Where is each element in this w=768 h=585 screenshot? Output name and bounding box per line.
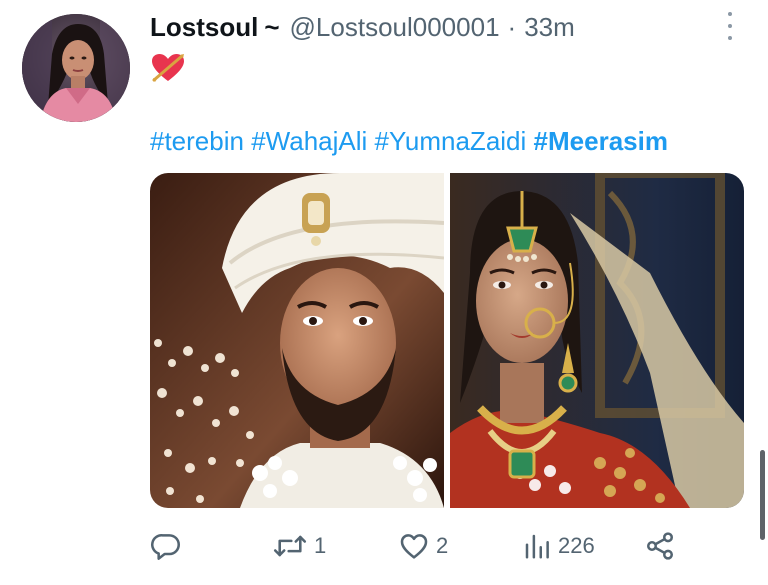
hashtag-terebin[interactable]: #terebin	[150, 126, 244, 156]
separator-dot: ·	[507, 11, 517, 42]
like-count: 2	[436, 533, 449, 558]
more-dot	[728, 36, 732, 40]
avatar[interactable]	[22, 14, 130, 122]
hashtag-meerasim[interactable]: #Meerasim	[534, 126, 668, 156]
retweet-icon	[272, 530, 308, 562]
more-dot	[728, 24, 732, 28]
views-button[interactable]: 226	[522, 528, 595, 564]
hashtag-line: #terebin #WahajAli #YumnaZaidi #Meerasim	[150, 126, 668, 157]
name-suffix: ~	[264, 11, 280, 42]
scrollbar-thumb[interactable]	[760, 450, 765, 540]
tweet-timestamp[interactable]: 33m	[524, 12, 575, 43]
views-count: 226	[558, 533, 595, 558]
share-button[interactable]	[644, 528, 676, 564]
views-icon	[522, 530, 552, 562]
retweet-count: 1	[314, 533, 327, 558]
heart-icon	[398, 530, 430, 562]
display-name[interactable]: Lostsoul	[150, 12, 258, 43]
retweet-button[interactable]: 1	[272, 528, 326, 564]
heart-with-arrow-icon	[150, 52, 186, 84]
hashtag-yumnazaidi[interactable]: #YumnaZaidi	[375, 126, 527, 156]
hashtag-wahajali[interactable]: #WahajAli	[251, 126, 367, 156]
tweet-header: Lostsoul ~ @Lostsoul000001 · 33m	[150, 10, 575, 44]
media-grid	[150, 173, 744, 508]
more-options-button[interactable]	[722, 12, 738, 40]
user-handle[interactable]: @Lostsoul000001	[290, 12, 500, 43]
tweet-actions: 1 2 226	[150, 528, 750, 564]
share-icon	[644, 530, 676, 562]
avatar-photo	[22, 14, 130, 122]
photo-groom[interactable]	[150, 173, 444, 508]
photo-bride[interactable]	[450, 173, 744, 508]
more-vertical-icon	[728, 12, 732, 16]
like-button[interactable]: 2	[398, 528, 448, 564]
reply-button[interactable]	[150, 528, 188, 564]
reply-icon	[150, 530, 182, 562]
tweet[interactable]: Lostsoul ~ @Lostsoul000001 · 33m #terebi…	[0, 0, 768, 585]
